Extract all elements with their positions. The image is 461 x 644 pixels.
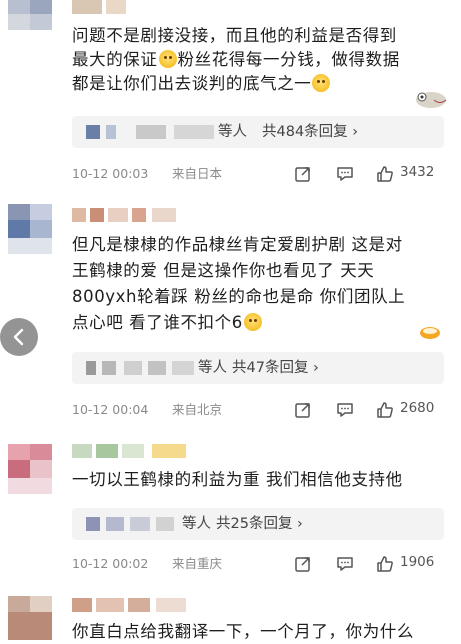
reply-summary[interactable]: 等人 共484条回复 ›	[72, 116, 444, 148]
reply-users-suffix: 等人	[198, 360, 227, 376]
like-count: 3432	[400, 164, 435, 180]
comment-icon[interactable]	[336, 165, 354, 183]
chevron-left-icon	[13, 328, 24, 346]
comment-text: 问题不是剧接没接，而且他的利益是否得到 最大的保证 粉丝花得每一分钱，做得数据 都…	[72, 26, 400, 93]
like-count: 2680	[400, 400, 435, 416]
timestamp: 10-12 00:02	[72, 556, 149, 571]
comment-icon[interactable]	[336, 555, 354, 573]
reply-users-suffix: 等人	[182, 516, 211, 532]
reply-count[interactable]: 共47条回复 ›	[232, 352, 319, 384]
smile-emoji-icon	[312, 74, 331, 92]
avatar[interactable]	[8, 204, 52, 254]
reply-count[interactable]: 共25条回复 ›	[216, 508, 303, 540]
share-icon[interactable]	[294, 555, 312, 573]
comment-text: 但凡是棣棣的作品棣丝肯定爱剧护剧 这是对 王鹤棣的爱 但是这操作你也看见了 天天…	[72, 235, 406, 332]
location: 来自日本	[172, 166, 223, 181]
comment-text: 你直白点给我翻译一下，一个月了，你为什么	[72, 622, 414, 641]
share-icon[interactable]	[294, 401, 312, 419]
share-icon[interactable]	[294, 165, 312, 183]
smile-emoji-icon	[158, 50, 177, 68]
thumbs-up-icon[interactable]	[376, 555, 394, 573]
sticker-icon	[416, 92, 447, 108]
reply-count[interactable]: 共484条回复 ›	[262, 116, 358, 148]
thumbs-up-icon[interactable]	[376, 165, 394, 183]
back-button[interactable]	[0, 318, 38, 356]
hot-face-emoji-icon	[243, 313, 262, 331]
location: 来自北京	[172, 402, 223, 417]
reply-summary[interactable]: 等人 共25条回复 ›	[72, 508, 444, 540]
thumbs-up-icon[interactable]	[376, 401, 394, 419]
timestamp: 10-12 00:04	[72, 402, 149, 417]
reply-users-suffix: 等人	[218, 124, 247, 140]
avatar[interactable]	[8, 444, 52, 494]
avatar[interactable]	[8, 596, 52, 640]
comment-text: 一切以王鹤棣的利益为重 我们相信他支持他	[72, 470, 403, 489]
avatar[interactable]	[8, 0, 52, 48]
comment-icon[interactable]	[336, 401, 354, 419]
sticker-icon	[420, 327, 440, 339]
timestamp: 10-12 00:03	[72, 166, 149, 181]
location: 来自重庆	[172, 556, 223, 571]
reply-summary[interactable]: 等人 共47条回复 ›	[72, 352, 444, 384]
like-count: 1906	[400, 554, 435, 570]
